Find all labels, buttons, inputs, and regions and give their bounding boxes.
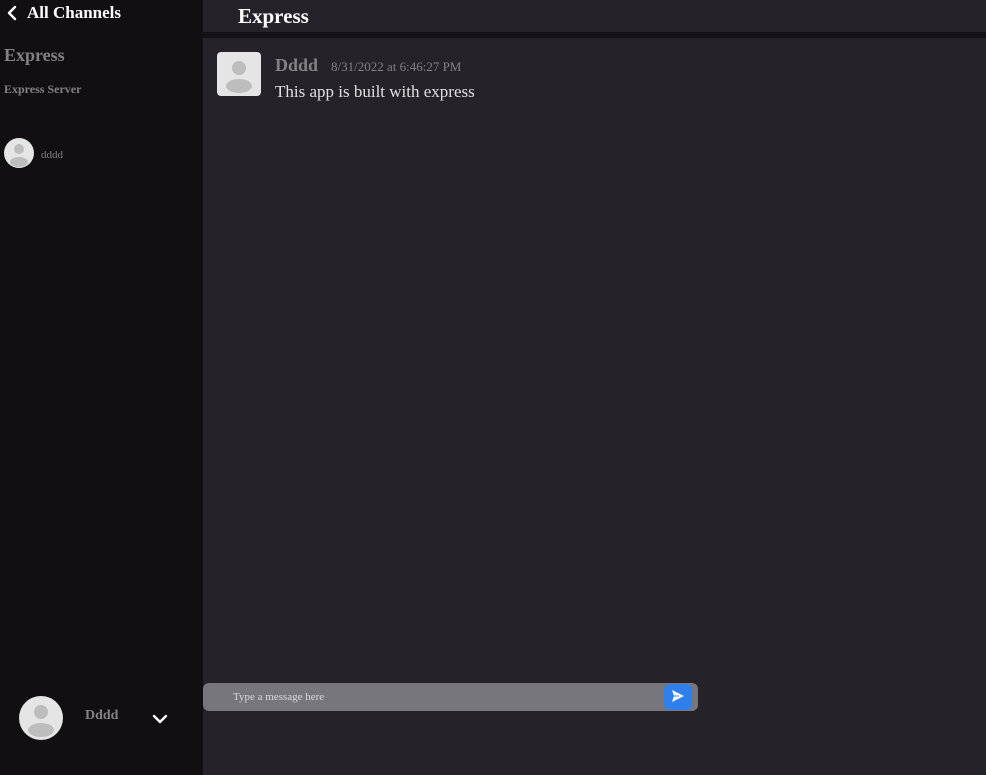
member-name: dddd [41,149,63,161]
person-icon [10,144,28,167]
message-text: This app is built with express [275,82,475,101]
chevron-down-icon[interactable] [152,713,168,725]
channel-description: Express Server [4,82,82,96]
topbar: Express [203,0,986,32]
current-user-name: Dddd [85,708,119,723]
person-icon [226,61,252,93]
message-avatar [217,52,261,96]
member-avatar [4,138,34,168]
current-user-avatar [19,696,63,740]
all-channels-label[interactable]: All Channels [27,3,121,23]
topbar-divider [203,32,986,38]
chat-main: Express Dddd 8/31/2022 at 6:46:27 PM Thi… [203,0,986,775]
send-icon [672,690,684,702]
sidebar: All Channels Express Express Server dddd… [0,0,203,775]
message: Dddd 8/31/2022 at 6:46:27 PM This app is… [217,52,957,112]
chevron-left-icon[interactable] [6,5,18,21]
room-title: Express [238,4,309,28]
message-input[interactable] [233,687,653,707]
chat-app: All Channels Express Express Server dddd… [0,0,986,775]
send-button[interactable] [664,684,692,710]
current-user: Dddd [19,696,184,740]
message-composer [203,683,698,711]
message-author: Dddd [275,55,319,75]
channel-name: Express [4,45,65,65]
message-timestamp: 8/31/2022 at 6:46:27 PM [331,59,462,74]
member-item[interactable]: dddd [4,138,194,168]
person-icon [28,705,54,737]
